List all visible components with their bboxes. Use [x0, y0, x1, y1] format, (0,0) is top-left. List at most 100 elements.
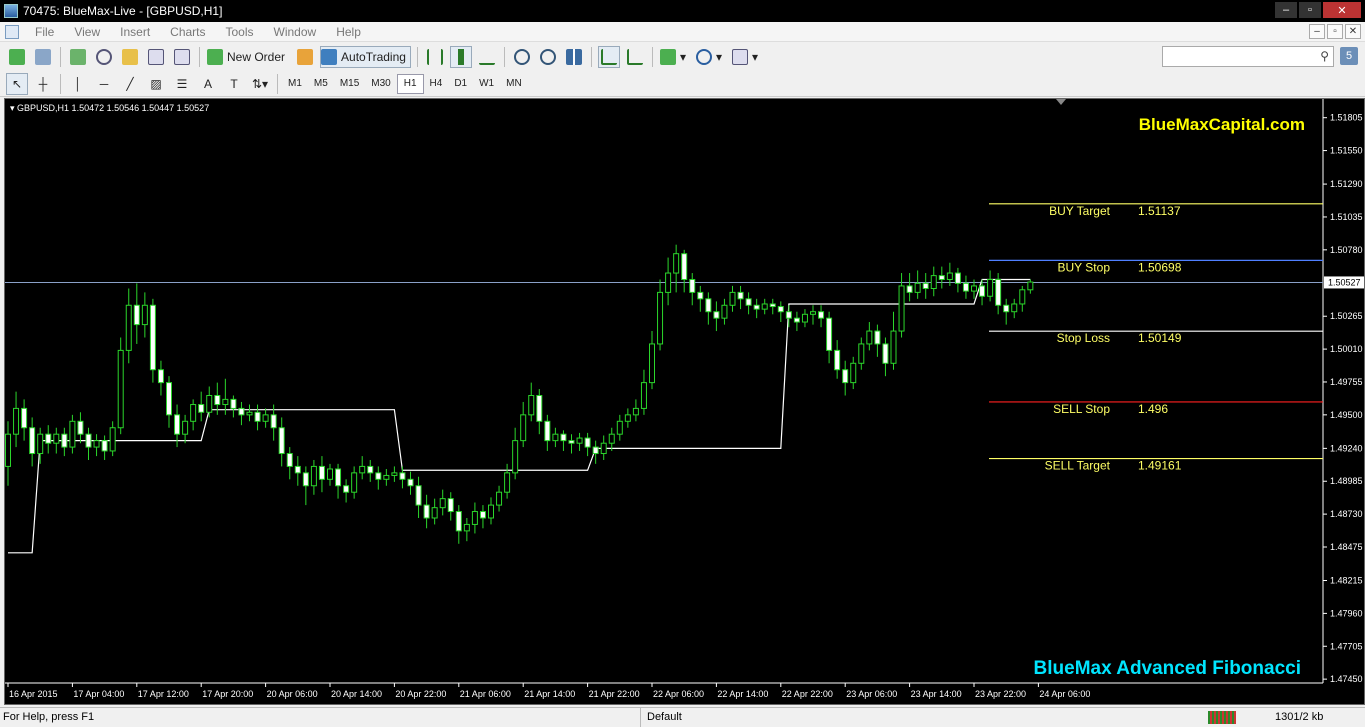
chart-minimize-button[interactable]: –: [1309, 24, 1325, 39]
chart-shift-marker-icon[interactable]: [1056, 99, 1066, 105]
help-icon[interactable]: 5: [1340, 47, 1358, 65]
candle-body: [544, 420, 551, 442]
bar-chart-button[interactable]: [424, 46, 446, 68]
new-order-icon: [207, 49, 223, 65]
level-value: 1.496: [1138, 402, 1168, 416]
candle-body: [946, 272, 953, 280]
price-chart[interactable]: 1.51805 1.51550 1.51290 1.51035 1.50780 1.502…: [5, 99, 1364, 704]
chart-window-icon[interactable]: [5, 24, 19, 39]
toolbar-separator: [60, 47, 61, 67]
window-controls: – ▫ ✕: [1275, 2, 1361, 18]
arrows-button[interactable]: ⇅▾: [249, 73, 271, 95]
chart-restore-button[interactable]: ▫: [1327, 24, 1343, 39]
zoom-out-button[interactable]: [537, 46, 559, 68]
autotrading-button[interactable]: AutoTrading: [320, 46, 411, 68]
candle-body: [938, 275, 945, 280]
templates-button[interactable]: ▾: [731, 46, 763, 68]
time-tick-label: 17 Apr 20:00: [202, 689, 253, 699]
candle-body: [431, 507, 438, 519]
price-tick-label: 1.47960: [1330, 608, 1363, 618]
candle-body: [37, 433, 44, 455]
candle-body: [624, 414, 631, 422]
tester-button[interactable]: [171, 46, 193, 68]
fibonacci-button[interactable]: ☰: [171, 73, 193, 95]
chart-shift-button[interactable]: [624, 46, 646, 68]
crosshair-button[interactable]: ┼: [32, 73, 54, 95]
data-window-button[interactable]: [93, 46, 115, 68]
chart-close-button[interactable]: ✕: [1345, 24, 1361, 39]
candle-body: [85, 433, 92, 448]
candle-body: [214, 395, 221, 406]
minimize-button[interactable]: –: [1275, 2, 1297, 18]
candlestick-button[interactable]: [449, 46, 472, 68]
market-watch-button[interactable]: [67, 46, 89, 68]
price-tick-label: 1.49755: [1330, 377, 1363, 387]
search-icon[interactable]: ⚲: [1320, 49, 1329, 63]
timeframe-w1[interactable]: W1: [473, 74, 500, 94]
timeframe-h4[interactable]: H4: [424, 74, 449, 94]
line-chart-button[interactable]: [476, 46, 498, 68]
auto-scroll-icon: [600, 49, 617, 65]
auto-scroll-button[interactable]: [597, 46, 620, 68]
periods-button[interactable]: ▾: [695, 46, 727, 68]
candle-body: [536, 395, 543, 422]
candle-body: [713, 311, 720, 319]
price-tick-label: 1.48730: [1330, 509, 1363, 519]
price-tick-label: 1.51290: [1330, 179, 1363, 189]
horizontal-line-button[interactable]: ─: [93, 73, 115, 95]
candle-body: [270, 414, 277, 429]
menu-file[interactable]: File: [25, 25, 64, 39]
price-tick-label: 1.47705: [1330, 641, 1363, 651]
menu-view[interactable]: View: [64, 25, 110, 39]
menu-help[interactable]: Help: [326, 25, 371, 39]
close-button[interactable]: ✕: [1323, 2, 1361, 18]
cursor-button[interactable]: ↖: [6, 72, 28, 95]
new-chart-button[interactable]: [6, 46, 28, 68]
equidistant-channel-button[interactable]: ▨: [145, 73, 167, 95]
timeframe-d1[interactable]: D1: [448, 74, 473, 94]
timeframe-m30[interactable]: M30: [365, 74, 396, 94]
time-tick-label: 21 Apr 22:00: [589, 689, 640, 699]
zoom-in-button[interactable]: [511, 46, 533, 68]
chart-window[interactable]: 1.51805 1.51550 1.51290 1.51035 1.50780 1.502…: [4, 98, 1365, 705]
connection-status-icon[interactable]: [1208, 711, 1236, 724]
candle-body: [69, 420, 76, 448]
candle-body: [914, 282, 921, 293]
timeframe-h1[interactable]: H1: [396, 73, 424, 94]
indicators-button[interactable]: ▾: [659, 46, 691, 68]
search-input[interactable]: [1163, 47, 1313, 66]
timeframe-m1[interactable]: M1: [282, 74, 308, 94]
restore-button[interactable]: ▫: [1299, 2, 1321, 18]
candle-body: [246, 411, 253, 416]
menu-charts[interactable]: Charts: [160, 25, 215, 39]
candle-body: [753, 304, 760, 310]
text-label-button[interactable]: T: [223, 73, 245, 95]
candle-body: [302, 472, 309, 487]
new-order-button[interactable]: New Order: [206, 46, 290, 68]
price-tick-label: 1.50780: [1330, 245, 1363, 255]
profiles-button[interactable]: [32, 46, 54, 68]
toolbar-separator: [651, 47, 653, 67]
candle-body: [995, 278, 1002, 306]
text-button[interactable]: A: [197, 73, 219, 95]
timeframe-m15[interactable]: M15: [334, 74, 365, 94]
menu-tools[interactable]: Tools: [216, 25, 264, 39]
status-traffic: 1301/2 kb: [1275, 711, 1324, 723]
trend-step-line: [8, 278, 1031, 554]
trendline-button[interactable]: ╱: [119, 73, 141, 95]
navigator-button[interactable]: [119, 46, 141, 68]
tile-windows-button[interactable]: [563, 46, 585, 68]
line-chart-icon: [478, 49, 495, 65]
vertical-line-button[interactable]: │: [67, 73, 89, 95]
terminal-button[interactable]: [145, 46, 167, 68]
candle-body: [488, 504, 494, 519]
candle-body: [922, 282, 929, 290]
menu-insert[interactable]: Insert: [110, 25, 160, 39]
menu-window[interactable]: Window: [264, 25, 327, 39]
timeframe-m5[interactable]: M5: [308, 74, 334, 94]
candle-body: [13, 407, 20, 435]
timeframe-mn[interactable]: MN: [500, 74, 528, 94]
templates-icon: [732, 49, 749, 65]
chevron-down-icon: ▾: [752, 50, 759, 64]
metaeditor-button[interactable]: [294, 46, 316, 68]
